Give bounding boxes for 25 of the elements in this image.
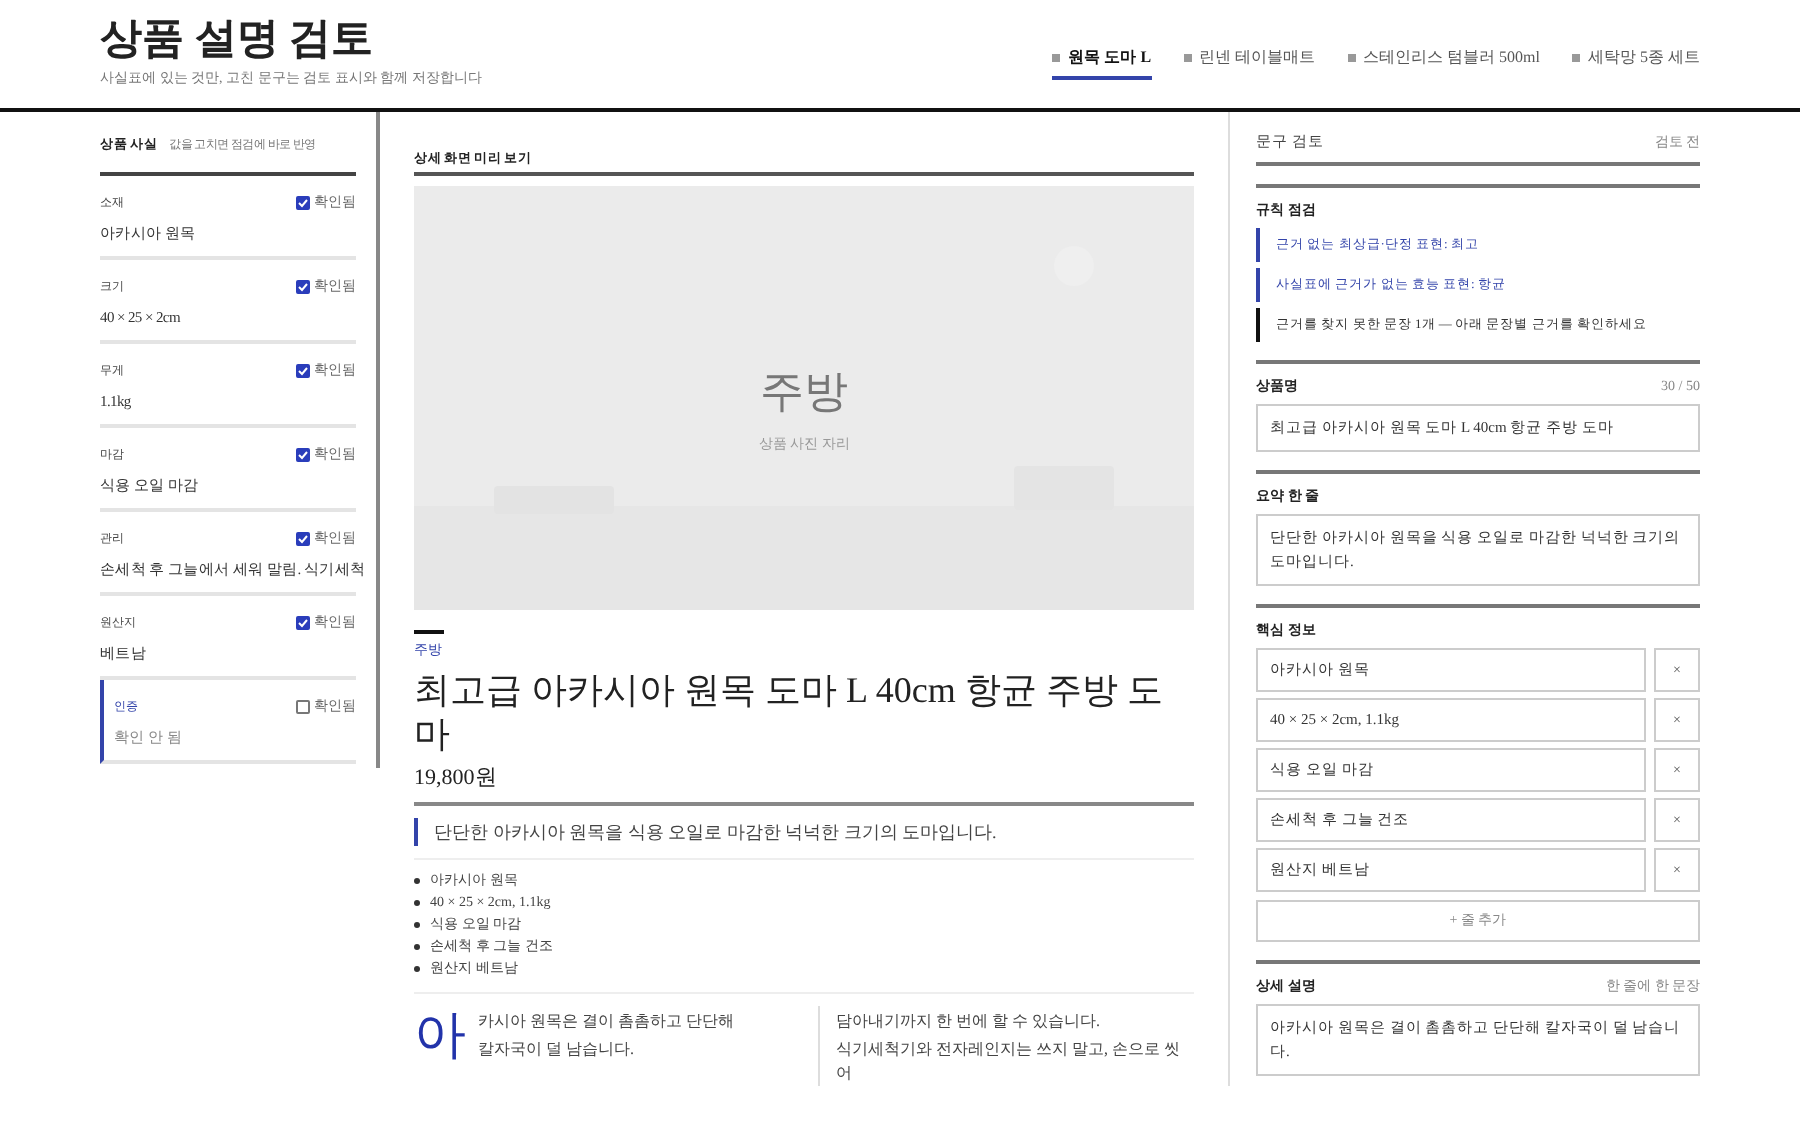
product-tab[interactable]: 세탁망 5종 세트 <box>1572 46 1700 80</box>
check-icon <box>298 197 308 207</box>
product-name: 최고급 아카시아 원목 도마 L 40cm 항균 주방 도마 <box>414 668 1165 756</box>
product-tab[interactable]: 원목 도마 L <box>1052 46 1152 80</box>
bullet-icon <box>414 944 420 950</box>
summary-quote: 단단한 아카시아 원목을 식용 오일로 마감한 넉넉한 크기의 도마입니다. <box>414 818 1194 846</box>
price: 19,800원 <box>414 764 1194 806</box>
body-text: 칼자국이 덜 남습니다. <box>478 1038 636 1062</box>
page-title: 상품 설명 검토 <box>100 12 375 64</box>
check-icon <box>298 365 308 375</box>
check-icon <box>298 617 308 627</box>
bullet-icon <box>414 900 420 906</box>
bullet-icon <box>414 966 420 972</box>
product-tab[interactable]: 스테인리스 텀블러 500ml <box>1347 46 1540 80</box>
body-text: 담아내기까지 한 번에 할 수 있습니다. <box>836 1010 1102 1034</box>
product-tab[interactable]: 린넨 테이블매트 <box>1183 46 1316 80</box>
image-title: 주방 <box>760 364 848 420</box>
check-icon <box>298 533 308 543</box>
body-text: 카시아 원목은 결이 촘촘하고 단단해 <box>478 1010 736 1034</box>
drop-cap: 아 <box>414 1006 466 1066</box>
bullet-icon <box>414 922 420 928</box>
bullet-icon <box>414 878 420 884</box>
check-icon <box>298 449 308 459</box>
check-icon <box>298 281 308 291</box>
body-text: 식기세척기와 전자레인지는 쓰지 말고, 손으로 씻어 <box>836 1038 1182 1086</box>
